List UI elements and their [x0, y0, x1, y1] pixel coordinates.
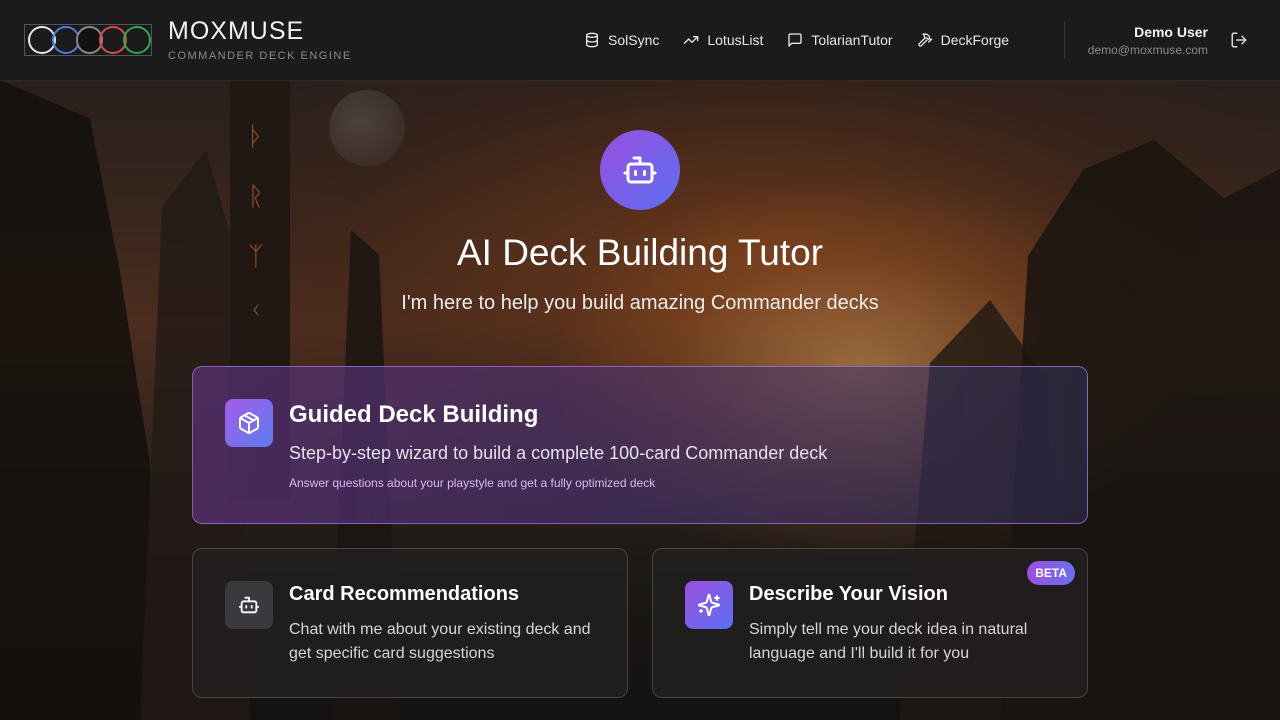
mana-circle-green: [123, 26, 151, 54]
nav-label: LotusList: [707, 32, 764, 48]
guided-deck-building-card[interactable]: Guided Deck Building Step-by-step wizard…: [192, 366, 1088, 524]
mana-logo[interactable]: [24, 24, 152, 56]
card-note: Answer questions about your playstyle an…: [289, 476, 656, 490]
card-icon-box: [225, 399, 273, 447]
brand-subtitle: COMMANDER DECK ENGINE: [168, 50, 352, 62]
user-name: Demo User: [1134, 24, 1208, 40]
trending-up-icon: [684, 36, 699, 44]
bot-icon: [623, 156, 657, 184]
card-title: Describe Your Vision: [749, 583, 948, 605]
user-email: demo@moxmuse.com: [1087, 43, 1208, 57]
nav-item-lotuslist[interactable]: LotusList: [683, 32, 763, 48]
database-icon: [586, 32, 598, 48]
card-recommendations-card[interactable]: Card Recommendations Chat with me about …: [192, 548, 628, 698]
header-divider: [1064, 22, 1065, 58]
nav-label: DeckForge: [940, 32, 1010, 48]
nav-label: TolarianTutor: [811, 32, 893, 48]
package-icon: [239, 412, 259, 434]
nav-item-tolariantutor[interactable]: TolarianTutor: [787, 32, 893, 48]
log-out-icon: [1231, 32, 1247, 48]
beta-badge: BETA: [1027, 561, 1075, 585]
nav-label: SolSync: [608, 32, 660, 48]
card-title: Guided Deck Building: [289, 401, 539, 428]
page-subtitle: I'm here to help you build amazing Comma…: [401, 292, 879, 314]
page-title: AI Deck Building Tutor: [456, 232, 824, 273]
sparkles-icon: [697, 593, 721, 617]
card-description: Step-by-step wizard to build a complete …: [289, 443, 828, 463]
top-header: MOXMUSE COMMANDER DECK ENGINE SolSync Lo…: [0, 0, 1280, 81]
message-square-icon: [788, 33, 803, 47]
bot-icon: [238, 596, 260, 614]
nav-item-solsync[interactable]: SolSync: [584, 32, 659, 48]
hero-bot-badge: [600, 130, 680, 210]
card-description: Simply tell me your deck idea in natural…: [749, 621, 1028, 662]
card-icon-box: [685, 581, 733, 629]
card-icon-box: [225, 581, 273, 629]
card-title: Card Recommendations: [289, 583, 520, 605]
describe-vision-card[interactable]: BETA Describe Your Vision Simply tell me…: [652, 548, 1088, 698]
main-nav: SolSync LotusList TolarianTutor DeckForg…: [584, 0, 1033, 80]
card-description: Chat with me about your existing deck an…: [289, 621, 591, 662]
nav-item-deckforge[interactable]: DeckForge: [917, 32, 1009, 48]
logout-button[interactable]: [1230, 31, 1248, 54]
brand-title[interactable]: MOXMUSE: [168, 17, 304, 46]
hammer-icon: [917, 33, 932, 47]
